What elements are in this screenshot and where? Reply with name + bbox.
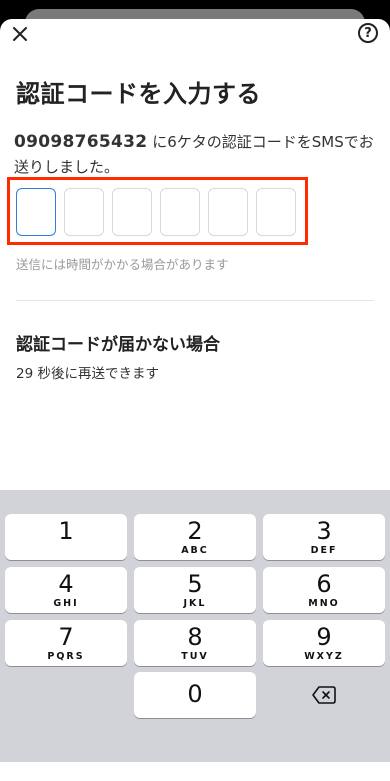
delivery-hint: 送信には時間がかかる場合があります [16,257,229,272]
code-digit-4[interactable] [160,188,200,236]
sms-description: 09098765432 に6ケタの認証コードをSMSでお送りしました。 [14,130,376,180]
delete-key[interactable] [263,672,385,718]
close-icon [13,27,27,41]
key-7[interactable]: 7 PQRS [5,620,127,666]
divider [16,300,374,301]
code-digit-2[interactable] [64,188,104,236]
not-received-heading[interactable]: 認証コードが届かない場合 [16,330,220,355]
code-digit-6[interactable] [256,188,296,236]
code-digit-3[interactable] [112,188,152,236]
backspace-icon [312,686,336,704]
resend-countdown: 29 秒後に再送できます [16,366,159,382]
close-button[interactable] [8,22,32,46]
key-0[interactable]: 0 [134,672,256,718]
help-button[interactable]: ? [358,23,378,43]
key-8[interactable]: 8 TUV [134,620,256,666]
code-digit-1[interactable] [16,188,56,236]
key-3[interactable]: 3 DEF [263,514,385,560]
page-title: 認証コードを入力する [16,80,261,108]
key-1[interactable]: 1 [5,514,127,560]
key-9[interactable]: 9 WXYZ [263,620,385,666]
key-4[interactable]: 4 GHI [5,567,127,613]
help-icon: ? [364,25,372,41]
code-digit-5[interactable] [208,188,248,236]
phone-number: 09098765432 [14,132,148,152]
key-5[interactable]: 5 JKL [134,567,256,613]
key-2[interactable]: 2 ABC [134,514,256,560]
key-6[interactable]: 6 MNO [263,567,385,613]
